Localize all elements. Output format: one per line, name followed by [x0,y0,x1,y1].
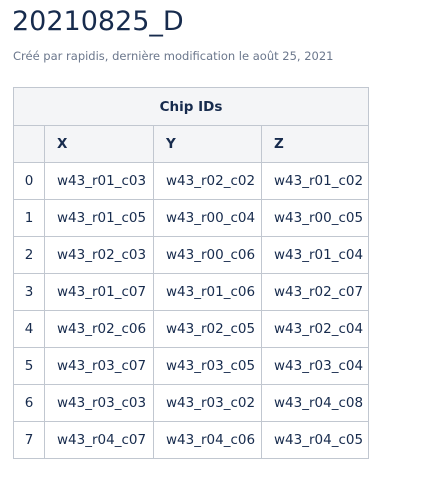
table-row: 4 w43_r02_c06 w43_r02_c05 w43_r02_c04 [13,310,369,348]
z-cell: w43_r02_c07 [261,273,369,311]
row-index-cell: 5 [13,347,45,385]
z-cell: w43_r02_c04 [261,310,369,348]
y-cell: w43_r00_c06 [153,236,262,274]
table-row: 2 w43_r02_c03 w43_r00_c06 w43_r01_c04 [13,236,369,274]
table-group-header: Chip IDs [13,87,369,126]
z-cell: w43_r01_c04 [261,236,369,274]
chip-ids-table: Chip IDs X Y Z 0 w43_r01_c03 w43_r02_c02… [13,87,369,459]
row-index-cell: 1 [13,199,45,237]
x-cell: w43_r01_c07 [44,273,154,311]
table-row: 3 w43_r01_c07 w43_r01_c06 w43_r02_c07 [13,273,369,311]
row-index-cell: 4 [13,310,45,348]
y-cell: w43_r01_c06 [153,273,262,311]
row-index-cell: 7 [13,421,45,459]
row-index-cell: 0 [13,162,45,200]
y-cell: w43_r04_c06 [153,421,262,459]
table-row: 5 w43_r03_c07 w43_r03_c05 w43_r03_c04 [13,347,369,385]
column-header-y: Y [153,125,262,163]
column-header-x: X [44,125,154,163]
z-cell: w43_r01_c02 [261,162,369,200]
x-cell: w43_r02_c06 [44,310,154,348]
z-cell: w43_r03_c04 [261,347,369,385]
page-title: 20210825_D [12,6,184,37]
y-cell: w43_r02_c05 [153,310,262,348]
z-cell: w43_r04_c05 [261,421,369,459]
table-row: 6 w43_r03_c03 w43_r03_c02 w43_r04_c08 [13,384,369,422]
y-cell: w43_r03_c05 [153,347,262,385]
table-column-header-row: X Y Z [13,125,369,163]
row-index-cell: 6 [13,384,45,422]
z-cell: w43_r04_c08 [261,384,369,422]
table-corner-cell [13,125,45,163]
x-cell: w43_r02_c03 [44,236,154,274]
x-cell: w43_r01_c03 [44,162,154,200]
table-row: 7 w43_r04_c07 w43_r04_c06 w43_r04_c05 [13,421,369,459]
page-metadata: Créé par rapidis, dernière modification … [13,49,334,63]
column-header-z: Z [261,125,369,163]
table-row: 1 w43_r01_c05 w43_r00_c04 w43_r00_c05 [13,199,369,237]
x-cell: w43_r03_c07 [44,347,154,385]
y-cell: w43_r00_c04 [153,199,262,237]
table-group-header-row: Chip IDs [13,87,369,126]
x-cell: w43_r04_c07 [44,421,154,459]
table-row: 0 w43_r01_c03 w43_r02_c02 w43_r01_c02 [13,162,369,200]
x-cell: w43_r03_c03 [44,384,154,422]
row-index-cell: 2 [13,236,45,274]
x-cell: w43_r01_c05 [44,199,154,237]
z-cell: w43_r00_c05 [261,199,369,237]
y-cell: w43_r03_c02 [153,384,262,422]
row-index-cell: 3 [13,273,45,311]
y-cell: w43_r02_c02 [153,162,262,200]
